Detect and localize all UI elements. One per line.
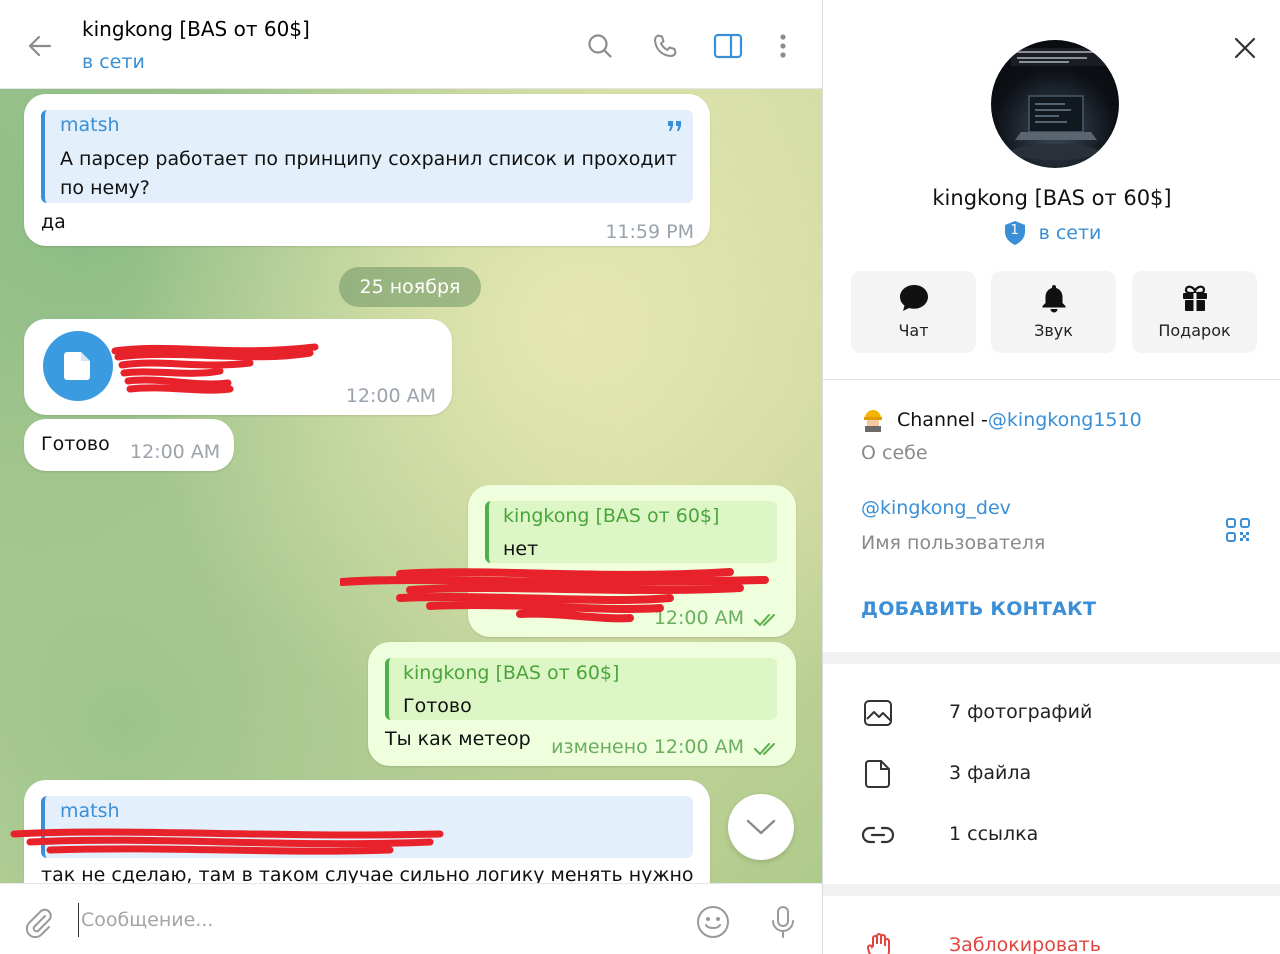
message-bubble[interactable]: Готово 12:00 AM: [24, 419, 234, 471]
chat-column: kingkong [BAS от 60$] в сети matsh А пар…: [0, 0, 822, 954]
avatar-image: [1011, 48, 1111, 160]
username[interactable]: @kingkong_dev: [861, 497, 1011, 519]
chat-status: в сети: [82, 51, 145, 73]
smile-icon: [697, 906, 729, 938]
action-sound-button[interactable]: Звук: [991, 271, 1116, 353]
block-section: Заблокировать: [823, 896, 1280, 954]
construction-worker-icon: [864, 410, 882, 432]
badge-count: 1: [1010, 223, 1019, 238]
bell-icon: [1042, 285, 1065, 313]
date-separator: 25 ноября: [339, 267, 481, 307]
message-text: так не сделаю, там в таком случае сильно…: [41, 864, 694, 883]
action-label: Подарок: [1158, 321, 1231, 340]
reply-quote[interactable]: kingkong [BAS от 60$] Готово: [385, 658, 777, 720]
link-icon: [861, 826, 895, 844]
chevron-down-icon: [746, 819, 776, 835]
profile-header: kingkong [BAS от 60$] 1 в сети Чат Звук …: [823, 0, 1280, 379]
chat-icon: [899, 285, 928, 311]
qr-code-button[interactable]: [1221, 513, 1255, 547]
voice-record-button[interactable]: [763, 902, 803, 942]
badge[interactable]: 1: [1003, 220, 1027, 246]
reply-quote[interactable]: matsh А парсер работает по принципу сохр…: [41, 110, 693, 203]
arrow-left-icon: [28, 35, 52, 57]
reply-quote[interactable]: kingkong [BAS от 60$] нет: [485, 501, 777, 563]
username-label: Имя пользователя: [861, 532, 1046, 554]
quote-text: А парсер работает по принципу сохранил с…: [60, 148, 677, 199]
bio: Channel - @kingkong1510: [861, 408, 1142, 432]
add-contact-button[interactable]: ДОБАВИТЬ КОНТАКТ: [861, 598, 1096, 620]
more-menu-button[interactable]: [763, 26, 803, 66]
message-text: Ты как метеор: [385, 728, 531, 750]
close-icon: [1234, 37, 1256, 59]
profile-name: kingkong [BAS от 60$]: [932, 186, 1172, 210]
media-photos-row[interactable]: 7 фотографий: [823, 684, 1280, 742]
file-icon: [865, 760, 890, 788]
phone-icon: [654, 34, 677, 57]
media-label: 3 файла: [949, 762, 1032, 784]
action-gift-button[interactable]: Подарок: [1132, 271, 1257, 353]
photo-icon: [864, 700, 892, 726]
close-panel-button[interactable]: [1225, 28, 1265, 68]
search-button[interactable]: [580, 26, 620, 66]
sidebar-icon: [713, 33, 743, 59]
emoji-button[interactable]: [693, 902, 733, 942]
gift-icon: [1182, 285, 1207, 311]
search-icon: [588, 34, 612, 58]
message-input[interactable]: [78, 903, 668, 937]
attach-button[interactable]: [18, 902, 58, 942]
bio-label: О себе: [861, 442, 928, 464]
profile-panel: kingkong [BAS от 60$] 1 в сети Чат Звук …: [822, 0, 1280, 954]
quote-author: matsh: [60, 114, 120, 136]
message-list[interactable]: matsh А парсер работает по принципу сохр…: [0, 89, 822, 883]
message-time: изменено 12:00 AM: [551, 736, 744, 758]
message-bubble-outgoing[interactable]: kingkong [BAS от 60$] Готово Ты как мете…: [368, 642, 796, 766]
scroll-down-button[interactable]: [728, 794, 794, 860]
hand-stop-icon: [867, 933, 890, 954]
action-label: Звук: [1034, 321, 1073, 340]
quote-author: kingkong [BAS от 60$]: [403, 662, 620, 684]
more-vertical-icon: [780, 34, 786, 58]
quote-text: нет: [503, 538, 539, 560]
back-button[interactable]: [22, 28, 58, 64]
bio-channel-link[interactable]: @kingkong1510: [988, 409, 1142, 431]
profile-info-section: Channel - @kingkong1510 О себе @kingkong…: [823, 379, 1280, 652]
chat-header: kingkong [BAS от 60$] в сети: [0, 0, 822, 89]
chat-title[interactable]: kingkong [BAS от 60$]: [82, 17, 310, 41]
qr-code-icon: [1226, 518, 1250, 542]
shared-media-section: 7 фотографий 3 файла 1 ссылка: [823, 664, 1280, 884]
redaction-scribble: [340, 568, 769, 623]
action-chat-button[interactable]: Чат: [851, 271, 976, 353]
document-icon: [64, 352, 90, 380]
quote-mark-icon: [668, 121, 681, 131]
message-time: 12:00 AM: [130, 441, 221, 463]
file-download-button[interactable]: [43, 331, 113, 401]
profile-status: в сети: [1038, 222, 1102, 244]
bio-prefix: Channel -: [897, 409, 988, 431]
media-links-row[interactable]: 1 ссылка: [823, 806, 1280, 864]
message-text: да: [41, 211, 66, 233]
call-button[interactable]: [645, 26, 685, 66]
read-checkmarks-icon: [754, 743, 775, 755]
redaction-scribble: [111, 343, 319, 394]
avatar[interactable]: [991, 40, 1119, 168]
message-bubble[interactable]: matsh А парсер работает по принципу сохр…: [24, 94, 710, 246]
message-composer: [0, 883, 822, 954]
block-user-button[interactable]: Заблокировать: [949, 934, 1101, 954]
media-label: 7 фотографий: [949, 701, 1093, 723]
toggle-sidebar-button[interactable]: [708, 26, 748, 66]
message-time: 11:59 PM: [605, 221, 694, 243]
action-label: Чат: [898, 321, 929, 340]
quote-author: matsh: [60, 800, 120, 822]
redaction-scribble: [10, 828, 444, 855]
quote-text: Готово: [403, 695, 472, 717]
quote-author: kingkong [BAS от 60$]: [503, 505, 720, 527]
profile-status-row: 1 в сети: [823, 220, 1280, 246]
microphone-icon: [772, 906, 794, 938]
media-files-row[interactable]: 3 файла: [823, 745, 1280, 803]
message-time: 12:00 AM: [345, 385, 436, 407]
paperclip-icon: [25, 908, 52, 938]
message-text: Готово: [41, 433, 110, 455]
media-label: 1 ссылка: [949, 823, 1039, 845]
